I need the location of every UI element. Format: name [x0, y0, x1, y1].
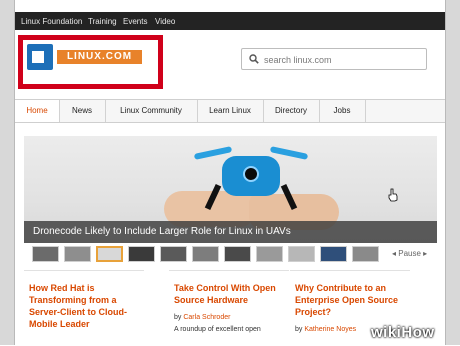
slide-thumbnail[interactable]	[160, 246, 187, 262]
nav-tab-home[interactable]: Home	[15, 100, 60, 122]
search-icon[interactable]	[249, 54, 259, 64]
linux-logo-icon[interactable]	[27, 44, 53, 70]
site-header: LINUX.COM	[15, 30, 445, 96]
slide-thumbnail[interactable]	[288, 246, 315, 262]
article-author-link[interactable]: Carla Schroder	[183, 314, 230, 321]
window-left-edge	[0, 0, 15, 345]
nav-tab-jobs[interactable]: Jobs	[319, 100, 366, 122]
nav-tab-news[interactable]: News	[59, 100, 106, 122]
slideshow-pause-control[interactable]: ◂ Pause ▸	[392, 249, 427, 258]
slide-thumbnail[interactable]	[192, 246, 219, 262]
slide-thumbnail[interactable]	[128, 246, 155, 262]
browser-viewport: Linux Foundation Training Events Video L…	[0, 0, 460, 346]
article-title[interactable]: Why Contribute to an Enterprise Open Sou…	[295, 282, 407, 318]
article-title[interactable]: Take Control With Open Source Hardware	[174, 282, 286, 306]
article-byline: by Carla Schroder	[174, 314, 231, 321]
hero-caption-bar[interactable]: Dronecode Likely to Include Larger Role …	[24, 221, 437, 243]
topbar-link-events[interactable]: Events	[123, 17, 147, 26]
slide-thumbnail[interactable]	[64, 246, 91, 262]
site-logo[interactable]: LINUX.COM	[57, 50, 142, 64]
hand-pointer-icon	[388, 188, 398, 202]
topbar-link-linux-foundation[interactable]: Linux Foundation	[21, 17, 82, 26]
slide-thumbnail[interactable]	[352, 246, 379, 262]
search-box[interactable]	[241, 48, 427, 70]
top-utility-bar: Linux Foundation Training Events Video	[15, 12, 445, 30]
nav-tab-directory[interactable]: Directory	[263, 100, 320, 122]
slide-thumbnail[interactable]	[320, 246, 347, 262]
topbar-link-video[interactable]: Video	[155, 17, 175, 26]
wikihow-watermark: wikiHow	[371, 324, 435, 341]
drone-camera-icon	[243, 166, 259, 182]
slide-thumbnail[interactable]	[256, 246, 283, 262]
hero-slideshow[interactable]: Dronecode Likely to Include Larger Role …	[24, 136, 437, 243]
article-card[interactable]: Take Control With Open Source Hardware b…	[169, 270, 289, 346]
article-author-link[interactable]: Katherine Noyes	[304, 326, 356, 333]
article-excerpt: A roundup of excellent open	[174, 326, 261, 333]
main-navigation: Home News Linux Community Learn Linux Di…	[15, 99, 445, 123]
slide-thumbnail-active[interactable]	[96, 246, 123, 262]
search-input[interactable]	[262, 52, 416, 68]
slideshow-thumbnails: ◂ Pause ▸	[24, 246, 437, 262]
hero-caption[interactable]: Dronecode Likely to Include Larger Role …	[33, 226, 291, 237]
article-byline: by Katherine Noyes	[295, 326, 357, 333]
nav-tab-learn-linux[interactable]: Learn Linux	[197, 100, 264, 122]
slide-thumbnail[interactable]	[224, 246, 251, 262]
article-card[interactable]: How Red Hat is Transforming from a Serve…	[24, 270, 144, 346]
slide-thumbnail[interactable]	[32, 246, 59, 262]
article-title[interactable]: How Red Hat is Transforming from a Serve…	[29, 282, 141, 330]
window-right-edge	[445, 0, 460, 345]
nav-tab-linux-community[interactable]: Linux Community	[105, 100, 198, 122]
topbar-link-training[interactable]: Training	[88, 17, 117, 26]
